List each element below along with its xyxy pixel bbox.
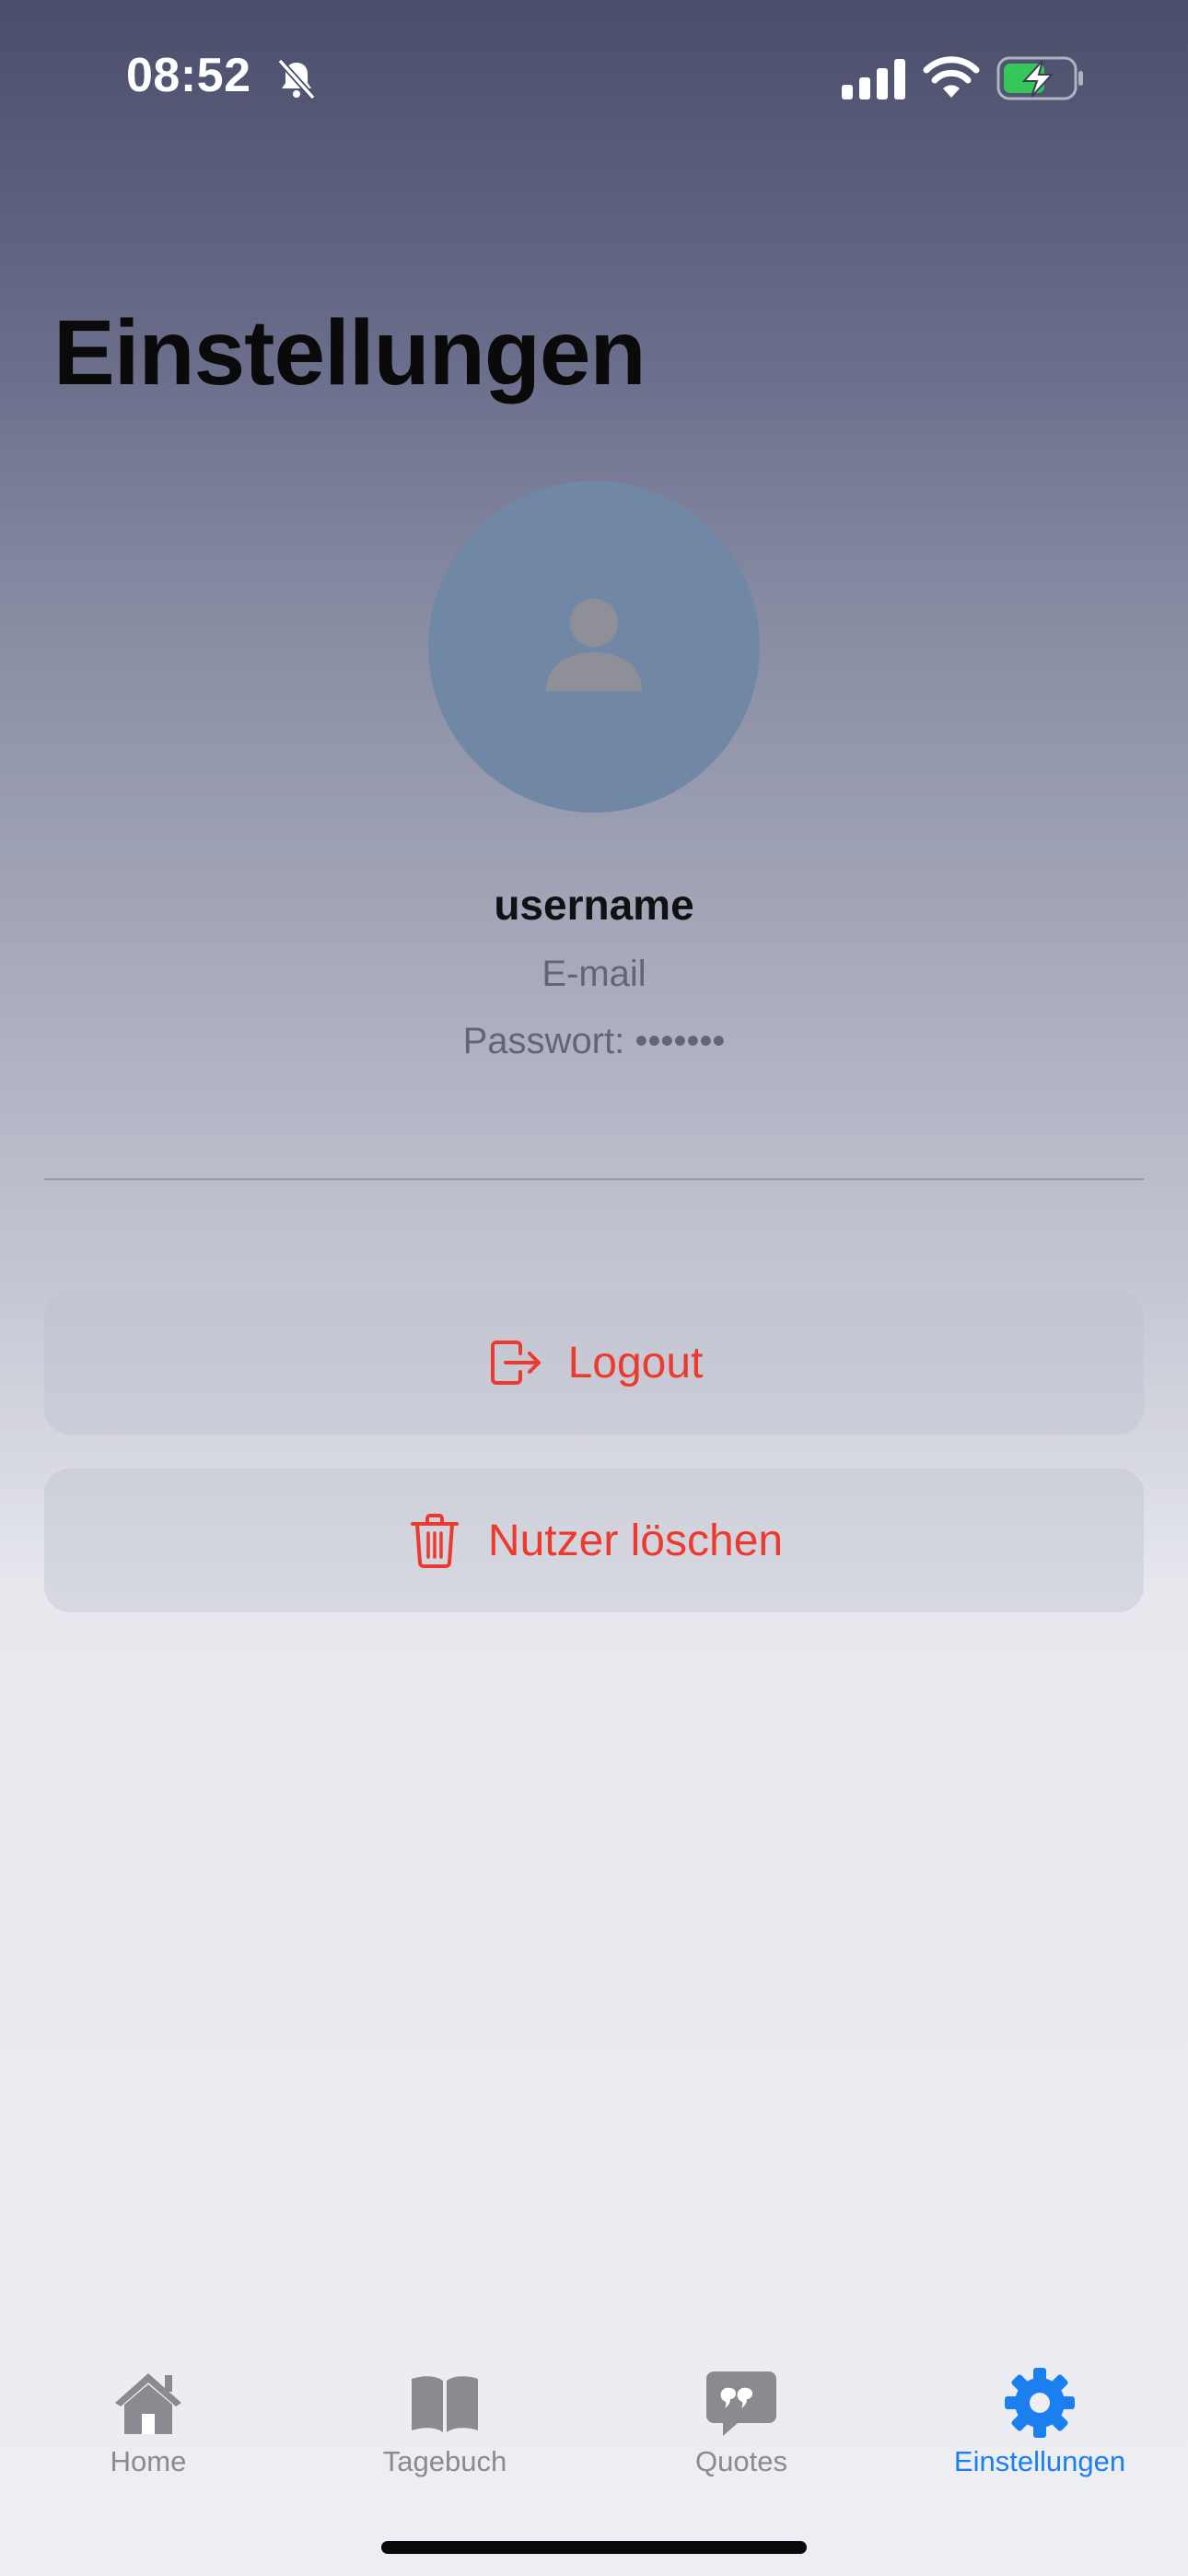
tab-tagebuch[interactable]: Tagebuch — [297, 2340, 593, 2497]
password-label: Passwort: ••••••• — [462, 1021, 726, 1061]
person-icon — [546, 599, 642, 691]
page-title: Einstellungen — [53, 301, 646, 404]
home-indicator[interactable] — [381, 2541, 807, 2554]
divider — [44, 1178, 1144, 1180]
tab-home-label: Home — [110, 2445, 187, 2477]
battery-charging-icon — [996, 56, 1083, 100]
username-label: username — [494, 881, 694, 929]
avatar[interactable] — [428, 481, 760, 813]
tab-einstellungen[interactable]: Einstellungen — [891, 2340, 1188, 2497]
house-icon — [115, 2373, 181, 2434]
book-icon — [412, 2376, 478, 2432]
tab-tagebuch-label: Tagebuch — [382, 2445, 507, 2477]
bell-slash-icon — [277, 58, 316, 100]
logout-button[interactable]: Logout — [44, 1291, 1144, 1434]
tab-einstellungen-label: Einstellungen — [953, 2445, 1126, 2477]
tab-quotes-label: Quotes — [695, 2445, 787, 2477]
email-label: E-mail — [542, 954, 646, 994]
cellular-signal-icon — [842, 59, 905, 100]
status-time: 08:52 — [126, 49, 251, 102]
delete-user-label: Nutzer löschen — [487, 1516, 784, 1565]
quote-bubble-icon — [706, 2371, 776, 2436]
gear-icon — [1005, 2368, 1075, 2438]
logout-label: Logout — [567, 1338, 704, 1388]
logout-icon — [490, 1341, 541, 1385]
trash-icon — [410, 1514, 459, 1568]
status-bar: 08:52 — [0, 0, 1188, 157]
wifi-icon — [923, 56, 980, 98]
tab-quotes[interactable]: Quotes — [593, 2340, 890, 2497]
tab-home[interactable]: Home — [0, 2340, 297, 2497]
delete-user-button[interactable]: Nutzer löschen — [44, 1469, 1144, 1612]
